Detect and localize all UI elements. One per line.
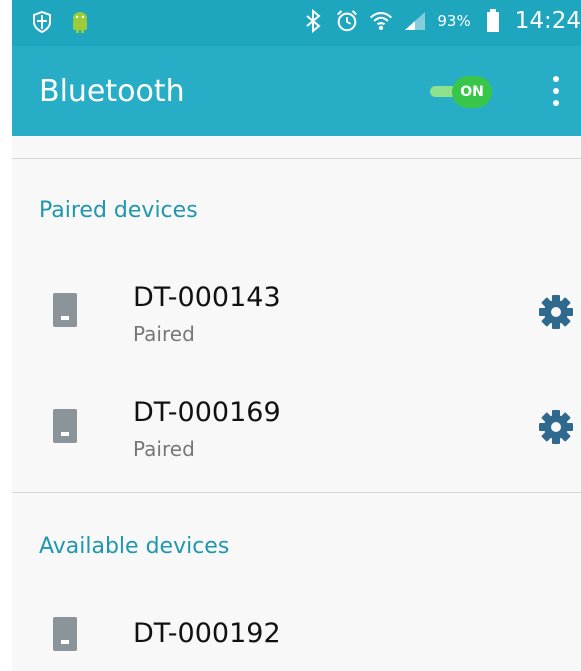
bluetooth-icon [301,9,325,33]
status-bar: 93% 14:24 [12,0,581,46]
page-title: Bluetooth [39,74,185,109]
bluetooth-toggle[interactable]: ON [430,76,492,108]
more-options-icon[interactable] [552,76,560,106]
signal-icon [403,9,427,33]
device-icon [52,408,78,444]
wifi-icon [369,9,393,33]
shield-icon [30,10,54,34]
clock: 14:24 [514,8,581,34]
paired-devices-heading: Paired devices [39,198,198,223]
available-devices-heading: Available devices [39,534,230,559]
divider [12,158,581,159]
device-settings-gear-icon[interactable] [537,408,575,446]
device-icon [52,292,78,328]
toggle-knob: ON [452,76,492,108]
device-name: DT-000143 [133,282,281,313]
battery-icon [481,9,505,33]
device-status: Paired [133,322,195,346]
battery-percent: 93% [437,12,471,30]
device-name: DT-000192 [133,618,281,649]
device-icon [52,616,78,652]
divider [12,492,581,493]
alarm-icon [335,9,359,33]
device-settings-gear-icon[interactable] [537,293,575,331]
device-name: DT-000169 [133,397,281,428]
android-icon [68,10,92,34]
app-bar: Bluetooth ON [12,46,581,136]
device-status: Paired [133,437,195,461]
